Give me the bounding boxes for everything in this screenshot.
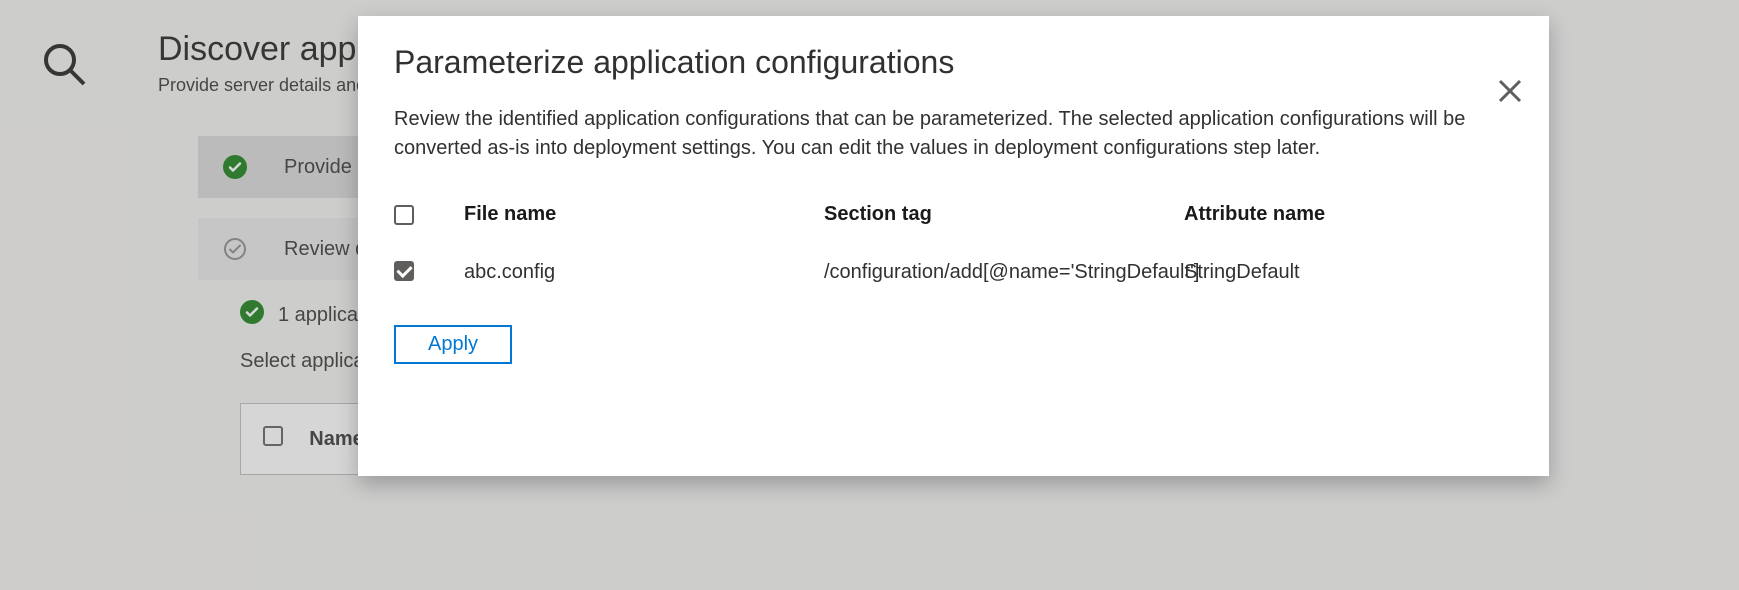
row-filename: abc.config [464, 259, 824, 286]
check-circle-icon [240, 300, 264, 330]
circle-outline-icon [222, 236, 248, 262]
row-section-tag: /configuration/add[@name='StringDefault'… [824, 259, 1184, 286]
parameterize-dialog: Parameterize application configurations … [358, 16, 1549, 476]
modal-description: Review the identified application config… [394, 105, 1494, 163]
config-table: File name Section tag Attribute name abc… [394, 203, 1505, 289]
select-all-checkbox[interactable] [263, 426, 301, 452]
row-checkbox[interactable] [394, 259, 464, 289]
select-all-checkbox[interactable] [394, 203, 464, 259]
modal-title: Parameterize application configurations [394, 44, 1505, 81]
close-button[interactable] [1495, 76, 1525, 111]
check-circle-icon [222, 154, 248, 180]
column-filename[interactable]: File name [464, 203, 824, 254]
row-attribute: StringDefault [1184, 259, 1444, 286]
search-icon [40, 40, 88, 88]
apply-button[interactable]: Apply [394, 325, 512, 364]
column-attribute-name[interactable]: Attribute name [1184, 203, 1444, 254]
column-section-tag[interactable]: Section tag [824, 203, 1184, 254]
